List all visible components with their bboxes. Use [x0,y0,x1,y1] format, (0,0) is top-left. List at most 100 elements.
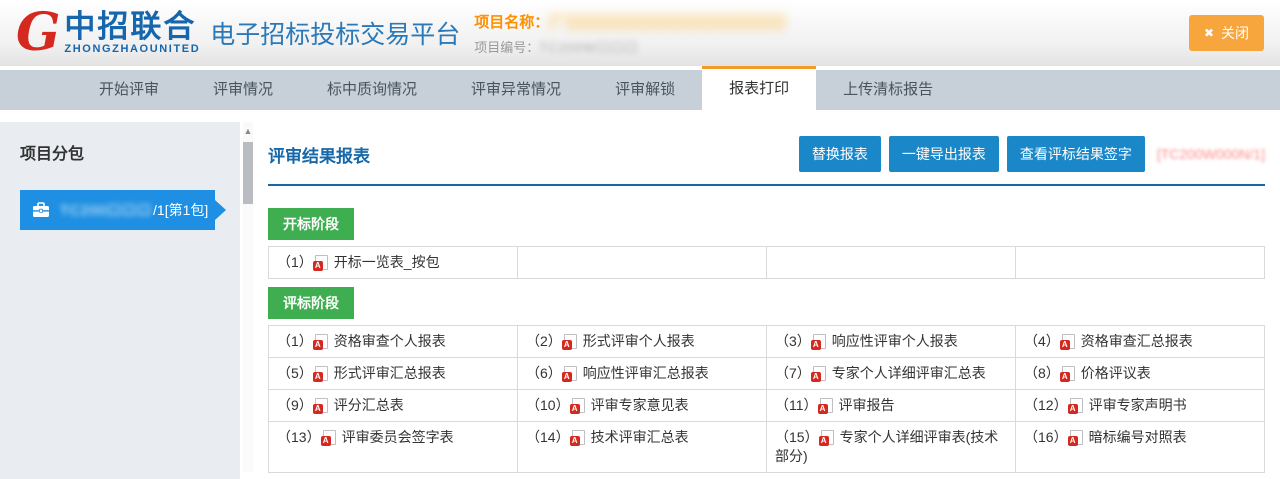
report-number: （1） [277,254,313,270]
report-cell-empty [1016,247,1265,279]
pdf-icon[interactable] [315,398,328,413]
section-badge-opening: 开标阶段 [268,208,354,240]
tab-review-unlock[interactable]: 评审解锁 [588,70,702,110]
project-name-value-redacted: 广口口口口口口口口口口口口口 [549,14,787,31]
report-cell[interactable]: （3）响应性评审个人报表 [767,326,1016,358]
report-cell[interactable]: （6） 响应性评审汇总报表 [518,358,767,390]
export-report-button[interactable]: 一键导出报表 [889,136,999,172]
report-cell[interactable]: （16） 暗标编号对照表 [1016,422,1265,473]
report-name[interactable]: 响应性评审汇总报表 [583,365,709,381]
report-name[interactable]: 评审专家声明书 [1089,397,1187,413]
pdf-icon[interactable] [315,255,328,270]
report-number: （7） [775,365,811,381]
report-cell[interactable]: （1） 资格审查个人报表 [269,326,518,358]
report-number: （10） [526,397,570,413]
view-signature-button[interactable]: 查看评标结果签字 [1007,136,1145,172]
main-panel: 评审结果报表 替换报表 一键导出报表 查看评标结果签字 [TC200W000N/… [268,122,1265,479]
close-button[interactable]: ✖ 关闭 [1189,15,1264,51]
report-name[interactable]: 开标一览表_按包 [334,254,440,270]
scrollbar-up-icon[interactable]: ▲ [244,122,253,136]
tab-bid-inquiry-status[interactable]: 标中质询情况 [300,70,444,110]
tab-start-review[interactable]: 开始评审 [72,70,186,110]
pdf-icon[interactable] [821,430,834,445]
report-cell[interactable]: （15）专家个人详细评审表(技术部分) [767,422,1016,473]
pdf-icon[interactable] [1070,398,1083,413]
pdf-icon[interactable] [564,334,577,349]
report-name[interactable]: 形式评审个人报表 [583,333,695,349]
report-cell[interactable]: （4）资格审查汇总报表 [1016,326,1265,358]
report-name[interactable]: 暗标编号对照表 [1089,429,1187,445]
tab-report-print[interactable]: 报表打印 [702,66,816,110]
report-number: （8） [1024,365,1060,381]
pdf-icon[interactable] [820,398,833,413]
close-label: 关闭 [1221,23,1249,43]
pdf-icon[interactable] [1062,334,1075,349]
pdf-icon[interactable] [1070,430,1083,445]
tab-upload-clear-bid-report[interactable]: 上传清标报告 [816,70,960,110]
pdf-icon[interactable] [813,334,826,349]
report-cell[interactable]: （8） 价格评议表 [1016,358,1265,390]
report-cell[interactable]: （2）形式评审个人报表 [518,326,767,358]
scrollbar-thumb[interactable] [243,142,253,204]
page-title: 评审结果报表 [268,142,370,167]
report-cell[interactable]: （10） 评审专家意见表 [518,390,767,422]
section-opening-stage: 开标阶段 （1） 开标一览表_按包 [268,208,1265,279]
report-cell[interactable]: （13）评审委员会签字表 [269,422,518,473]
report-cell[interactable]: （7） 专家个人详细评审汇总表 [767,358,1016,390]
section-evaluation-stage: 评标阶段 （1）资格审查个人报表（2）形式评审个人报表（3）响应性评审个人报表（… [268,287,1265,473]
tab-review-exception[interactable]: 评审异常情况 [444,70,588,110]
sidebar-scrollbar[interactable]: ▲ [243,122,253,472]
report-name[interactable]: 专家个人详细评审汇总表 [832,365,986,381]
pdf-icon[interactable] [1062,366,1075,381]
brand-name-en: ZHONGZHAOUNITED [64,43,200,55]
report-name[interactable]: 评分汇总表 [334,397,404,413]
report-cell[interactable]: （1） 开标一览表_按包 [269,247,518,279]
project-number-value-redacted: TC200W口口口 [539,40,638,55]
report-cell[interactable]: （12） 评审专家声明书 [1016,390,1265,422]
report-number: （1） [277,333,313,349]
pdf-icon[interactable] [323,430,336,445]
sidebar-title: 项目分包 [0,122,240,164]
report-name[interactable]: 资格审查个人报表 [334,333,446,349]
report-name[interactable]: 评审报告 [839,397,895,413]
report-cell[interactable]: （9） 评分汇总表 [269,390,518,422]
reference-code-redacted: [TC200W000N/1] [1157,146,1265,162]
report-grid-evaluation: （1） 资格审查个人报表 （2）形式评审个人报表（3）响应性评审个人报表（4）资格审… [268,325,1265,473]
project-name-label: 项目名称： [474,14,549,31]
report-number: （6） [526,365,562,381]
brand-name-cn: 中招联合 [64,11,200,43]
report-number: （14） [526,429,570,445]
tab-review-status[interactable]: 评审情况 [186,70,300,110]
project-number-label: 项目编号： [474,40,539,55]
report-name[interactable]: 形式评审汇总报表 [334,365,446,381]
report-cell[interactable]: （14） 技术评审汇总表 [518,422,767,473]
report-name[interactable]: 技术评审汇总表 [591,429,689,445]
header-actions: 替换报表 一键导出报表 查看评标结果签字 [TC200W000N/1] [799,136,1265,172]
pdf-icon[interactable] [572,398,585,413]
report-name[interactable]: 价格评议表 [1081,365,1151,381]
replace-report-button[interactable]: 替换报表 [799,136,881,172]
logo-g-icon: G [16,9,60,57]
pdf-icon[interactable] [315,366,328,381]
report-name[interactable]: 评审专家意见表 [591,397,689,413]
report-name[interactable]: 响应性评审个人报表 [832,333,958,349]
app-header: G 中招联合 ZHONGZHAOUNITED 电子招标投标交易平台 项目名称：广… [0,0,1280,66]
close-icon: ✖ [1204,27,1214,39]
report-number: （12） [1024,397,1068,413]
report-number: （9） [277,397,313,413]
sidebar-item-package-1[interactable]: TC200口口口 /1[第1包] [20,190,215,230]
pdf-icon[interactable] [572,430,585,445]
report-name[interactable]: 评审委员会签字表 [342,429,454,445]
report-cell-empty [767,247,1016,279]
report-name[interactable]: 资格审查汇总报表 [1081,333,1193,349]
pdf-icon[interactable] [813,366,826,381]
package-label: /1[第1包] [153,200,208,220]
report-cell[interactable]: （11）评审报告 [767,390,1016,422]
content-area: 项目分包 TC200口口口 /1[第1包] ▲ 评审结果报表 替换报表 一键导出… [0,110,1280,479]
pdf-icon[interactable] [315,334,328,349]
report-number: （16） [1024,429,1068,445]
pdf-icon[interactable] [564,366,577,381]
main-header: 评审结果报表 替换报表 一键导出报表 查看评标结果签字 [TC200W000N/… [268,122,1265,186]
report-cell[interactable]: （5）形式评审汇总报表 [269,358,518,390]
tab-bar: 开始评审 评审情况 标中质询情况 评审异常情况 评审解锁 报表打印 上传清标报告 [0,66,1280,110]
